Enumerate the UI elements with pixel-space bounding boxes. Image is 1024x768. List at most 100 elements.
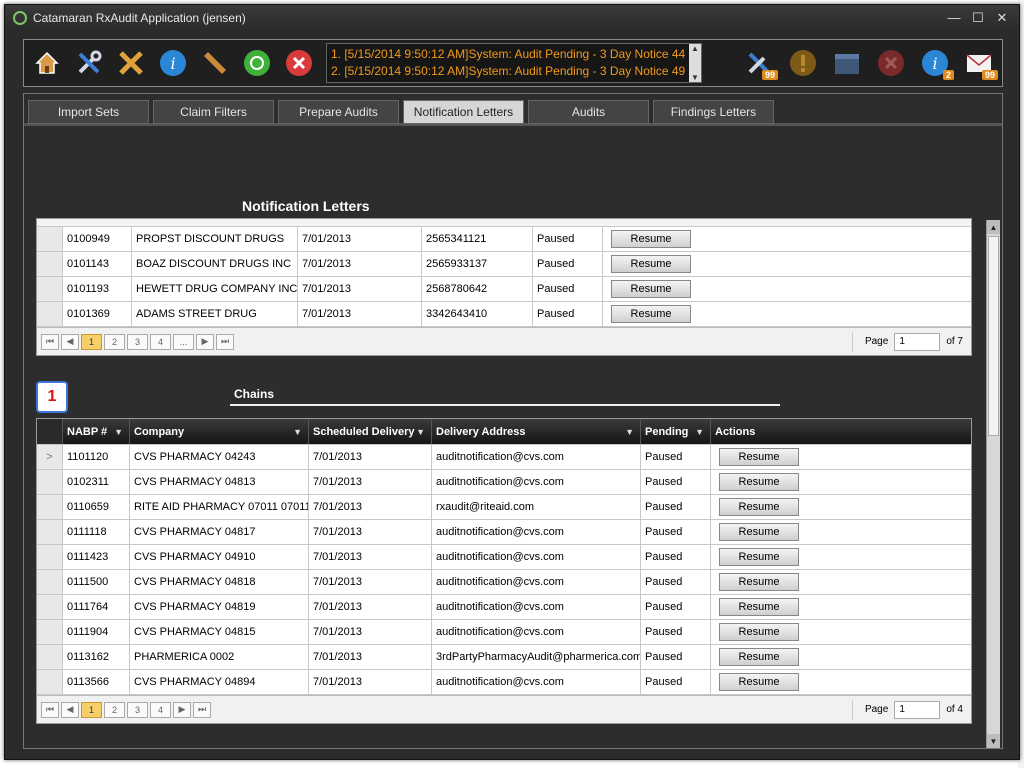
recycle-icon[interactable] [238,44,276,82]
column-header-pending[interactable]: Pending ▼ [641,419,711,444]
tab-claim-filters[interactable]: Claim Filters [153,100,274,124]
notification-ticker[interactable]: 1. [5/15/2014 9:50:12 AM]System: Audit P… [326,43,702,83]
mail-icon[interactable]: 99 [960,44,998,82]
filter-icon[interactable]: ▼ [416,427,425,437]
row-selector[interactable] [37,302,63,326]
resume-button[interactable]: Resume [611,255,691,273]
page-button[interactable]: 2 [104,333,125,350]
scroll-up-icon[interactable]: ▲ [987,220,1000,234]
notification-scrollbar[interactable]: ▲ ▼ [689,44,701,82]
resume-button[interactable]: Resume [611,305,691,323]
resume-button[interactable]: Resume [719,473,799,491]
column-header-nabp[interactable]: NABP # ▼ [63,419,130,444]
scroll-down-icon[interactable]: ▼ [691,73,699,82]
tab-notification-letters[interactable]: Notification Letters [403,100,524,124]
page-number-input[interactable]: 1 [894,700,941,719]
resume-button[interactable]: Resume [719,598,799,616]
maximize-button[interactable]: ☐ [971,10,985,26]
cross-tools-icon[interactable] [112,44,150,82]
page-button[interactable]: 1 [81,333,102,350]
table-row[interactable]: 0111423 CVS PHARMACY 04910 7/01/2013 auditn… [37,545,971,570]
table-row[interactable]: 0111118 CVS PHARMACY 04817 7/01/2013 auditn… [37,520,971,545]
table-row[interactable]: 0102311 CVS PHARMACY 04813 7/01/2013 auditn… [37,470,971,495]
table-row[interactable]: 0110659 RITE AID PHARMACY 07011 07011 7/01… [37,495,971,520]
table-row[interactable]: 0111764 CVS PHARMACY 04819 7/01/2013 auditn… [37,595,971,620]
page-button[interactable]: 4 [150,701,171,718]
tools-queue-icon[interactable]: 99 [740,44,778,82]
column-header-company[interactable]: Company ▼ [130,419,309,444]
table-row[interactable]: 0100949 PROPST DISCOUNT DRUGS 7/01/2013 … [37,227,971,252]
page-button[interactable]: 3 [127,701,148,718]
column-header-delivery-address[interactable]: Delivery Address ▼ [432,419,641,444]
info-icon[interactable]: i [154,44,192,82]
scroll-thumb[interactable] [988,236,999,436]
page-number-input[interactable]: 1 [894,332,941,351]
filter-icon[interactable]: ▼ [695,427,704,437]
tab-audits[interactable]: Audits [528,100,649,124]
table-row[interactable]: 0111500 CVS PHARMACY 04818 7/01/2013 auditn… [37,570,971,595]
resume-button[interactable]: Resume [719,523,799,541]
first-page-icon[interactable]: ⏮ [41,701,59,718]
resume-button[interactable]: Resume [719,673,799,691]
page-button[interactable]: 4 [150,333,171,350]
row-selector[interactable] [37,495,63,519]
tab-prepare-audits[interactable]: Prepare Audits [278,100,399,124]
row-selector[interactable] [37,645,63,669]
home-icon[interactable] [28,44,66,82]
notification-line[interactable]: 2. [5/15/2014 9:50:12 AM]System: Audit P… [331,63,685,80]
row-selector[interactable] [37,227,63,251]
filter-icon[interactable]: ▼ [114,427,123,437]
row-selector[interactable] [37,620,63,644]
next-page-icon[interactable]: ▶ [173,701,191,718]
row-selector[interactable]: > [37,445,63,469]
page-button[interactable]: 3 [127,333,148,350]
first-page-icon[interactable]: ⏮ [41,333,59,350]
page-button[interactable]: 1 [81,701,102,718]
table-row[interactable]: 0113162 PHARMERICA 0002 7/01/2013 3rdPartyP… [37,645,971,670]
cancel-icon[interactable] [280,44,318,82]
resume-button[interactable]: Resume [719,623,799,641]
calendar-icon[interactable] [828,44,866,82]
table-row[interactable]: >1101120 CVS PHARMACY 04243 7/01/2013 audit… [37,445,971,470]
minimize-button[interactable]: — [947,10,961,26]
resume-button[interactable]: Resume [719,498,799,516]
tab-findings-letters[interactable]: Findings Letters [653,100,774,124]
next-page-icon[interactable]: ▶ [196,333,214,350]
resume-button[interactable]: Resume [719,448,799,466]
resume-button[interactable]: Resume [719,648,799,666]
row-selector[interactable] [37,670,63,694]
row-selector[interactable] [37,277,63,301]
row-selector[interactable] [37,545,63,569]
filter-icon[interactable]: ▼ [625,427,634,437]
row-selector[interactable] [37,520,63,544]
last-page-icon[interactable]: ⏭ [193,701,211,718]
resume-button[interactable]: Resume [611,280,691,298]
table-row[interactable]: 0111904 CVS PHARMACY 04815 7/01/2013 auditn… [37,620,971,645]
warning-icon[interactable] [784,44,822,82]
notification-line[interactable]: 1. [5/15/2014 9:50:12 AM]System: Audit P… [331,46,685,63]
row-selector[interactable] [37,470,63,494]
prev-page-icon[interactable]: ◀ [61,701,79,718]
row-selector[interactable] [37,595,63,619]
resume-button[interactable]: Resume [719,548,799,566]
page-button[interactable]: 2 [104,701,125,718]
scroll-down-icon[interactable]: ▼ [987,734,1000,748]
table-row[interactable]: 0113566 CVS PHARMACY 04894 7/01/2013 auditn… [37,670,971,695]
column-header-scheduled-delivery[interactable]: Scheduled Delivery ▼ [309,419,432,444]
close-button[interactable]: ✕ [995,10,1009,26]
table-row[interactable]: 0101193 HEWETT DRUG COMPANY INC 7/01/201… [37,277,971,302]
tab-import-sets[interactable]: Import Sets [28,100,149,124]
ruler-icon[interactable] [196,44,234,82]
prev-page-icon[interactable]: ◀ [61,333,79,350]
table-row[interactable]: 0101369 ADAMS STREET DRUG 7/01/2013 3342… [37,302,971,327]
last-page-icon[interactable]: ⏭ [216,333,234,350]
resume-button[interactable]: Resume [719,573,799,591]
row-selector[interactable] [37,570,63,594]
tools-icon[interactable] [70,44,108,82]
resume-button[interactable]: Resume [611,230,691,248]
disabled-cancel-icon[interactable] [872,44,910,82]
filter-icon[interactable]: ▼ [293,427,302,437]
more-pages-button[interactable]: ... [173,333,194,350]
info-notifications-icon[interactable]: i2 [916,44,954,82]
scroll-up-icon[interactable]: ▲ [691,44,699,53]
